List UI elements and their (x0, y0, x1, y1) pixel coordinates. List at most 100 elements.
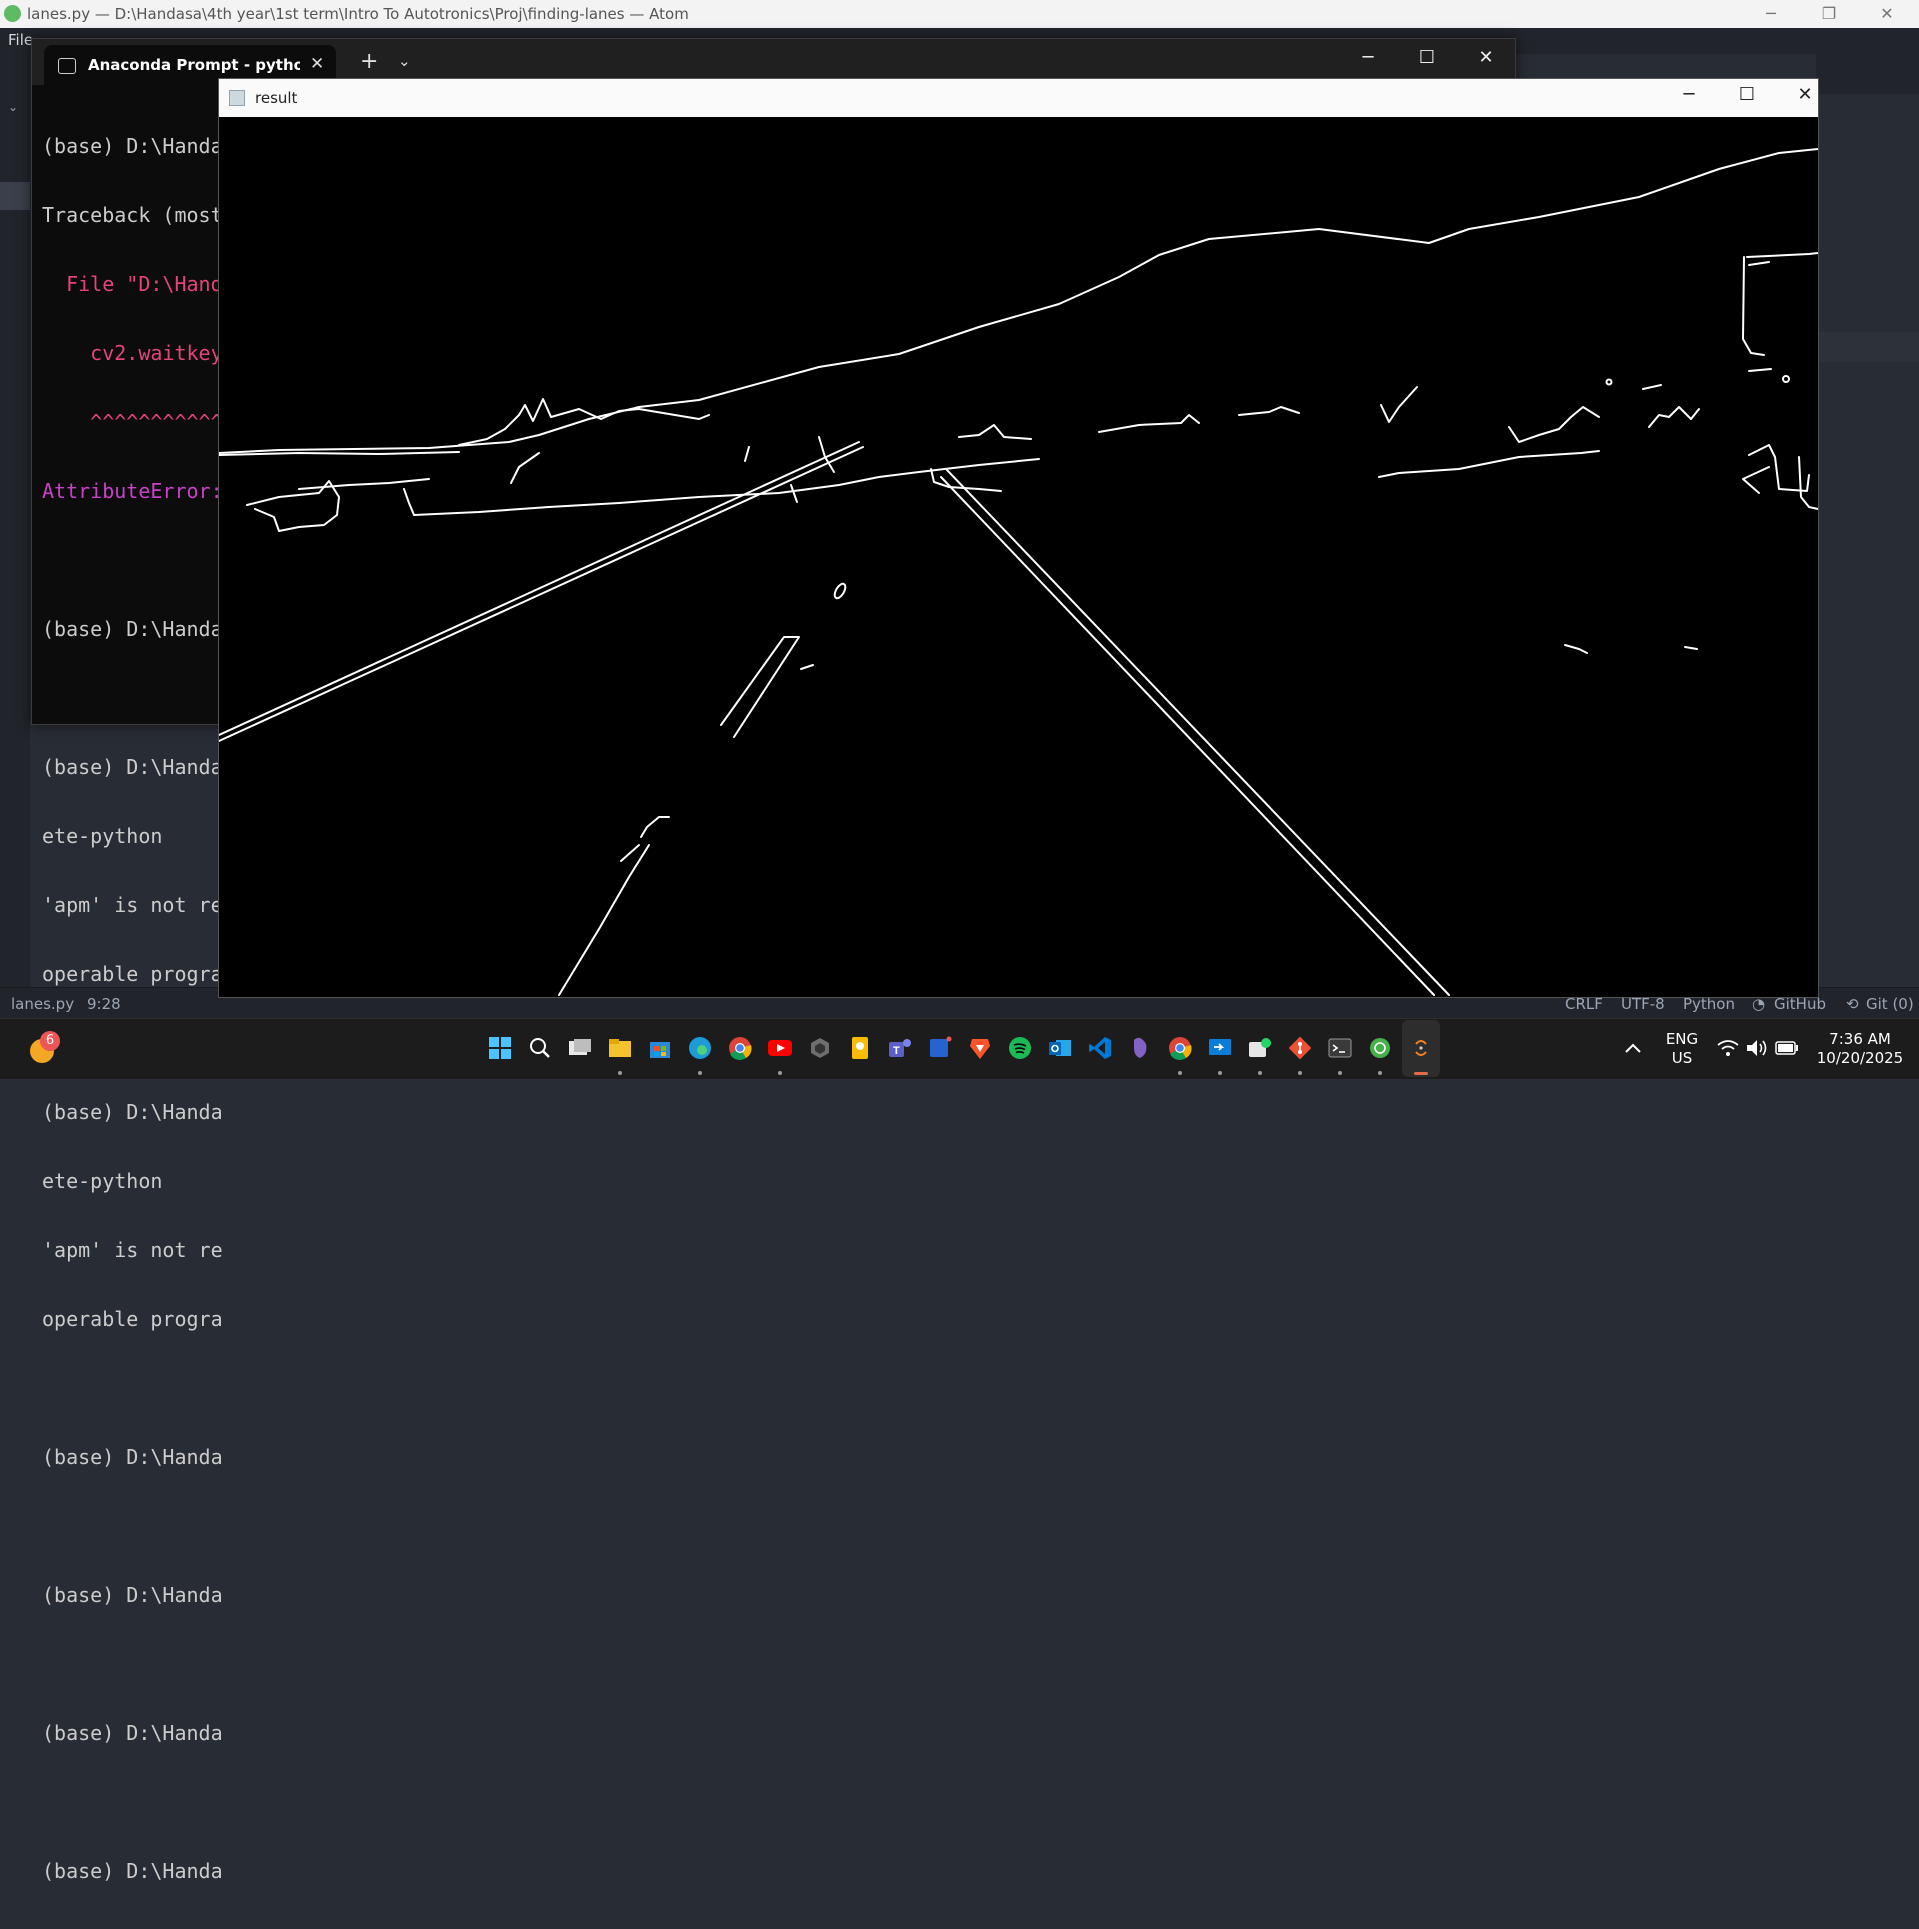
spotify-icon[interactable] (1003, 1031, 1037, 1065)
youtube-icon[interactable] (763, 1031, 797, 1065)
result-titlebar[interactable]: result ─ ☐ ✕ (219, 79, 1818, 117)
todo-icon[interactable] (923, 1031, 957, 1065)
visual-studio-icon[interactable] (1123, 1031, 1157, 1065)
terminal-line: (base) D:\Handa (42, 1445, 223, 1469)
running-indicator (1258, 1071, 1262, 1075)
terminal-line: ^^^^^^^^^^^ (42, 410, 223, 434)
terminal-line: File "D:\Hand (42, 272, 223, 296)
atom-editor-edge (1816, 54, 1919, 1000)
terminal-tab-label: Anaconda Prompt - python la (88, 56, 300, 74)
terminal-line: (base) D:\Handa (42, 1721, 223, 1745)
edge-icon[interactable] (683, 1031, 717, 1065)
terminal-line: ete-python (42, 1169, 163, 1193)
whatsapp-icon[interactable] (1243, 1031, 1277, 1065)
terminal-line: (base) D:\Handa (42, 1859, 223, 1883)
opencv-window-icon (229, 90, 245, 106)
status-git[interactable]: Git (0) (1866, 995, 1914, 1013)
git-branch-icon[interactable]: ⟲ (1846, 995, 1859, 1013)
terminal-line: Traceback (most (42, 203, 223, 227)
chrome-icon[interactable] (723, 1031, 757, 1065)
language-indicator[interactable]: ENG US (1660, 1030, 1704, 1068)
result-close-button[interactable]: ✕ (1776, 84, 1834, 105)
windows-start-icon[interactable] (483, 1031, 517, 1065)
clock[interactable]: 7:36 AM 10/20/2025 (1812, 1030, 1908, 1068)
weather-badge: 6 (40, 1031, 60, 1051)
chevron-up-icon[interactable] (1616, 1031, 1650, 1065)
search-icon[interactable] (523, 1031, 557, 1065)
result-window-title: result (255, 89, 298, 107)
outlook-icon[interactable] (1043, 1031, 1077, 1065)
running-indicator (1178, 1071, 1182, 1075)
language-code: ENG (1665, 1030, 1699, 1048)
running-indicator (698, 1071, 702, 1075)
result-window: result ─ ☐ ✕ (218, 78, 1819, 998)
tab-close-icon[interactable]: ✕ (310, 54, 324, 74)
atom-restore-button[interactable]: ❐ (1800, 0, 1858, 28)
active-app-indicator (1414, 1072, 1428, 1075)
result-maximize-button[interactable]: ☐ (1718, 84, 1776, 105)
weather-widget[interactable]: 6 (26, 1031, 60, 1067)
teams-icon[interactable]: T (883, 1031, 917, 1065)
terminal-minimize-button[interactable]: ─ (1339, 47, 1397, 68)
atom-window-title: lanes.py — D:\Handasa\4th year\1st term\… (27, 5, 689, 23)
running-indicator (1378, 1071, 1382, 1075)
result-minimize-button[interactable]: ─ (1660, 84, 1718, 105)
python-icon[interactable] (1404, 1031, 1438, 1065)
canny-edge-image (218, 117, 1819, 997)
terminal-icon[interactable] (1323, 1031, 1357, 1065)
edge-lines (218, 148, 1819, 996)
terminal-line: (base) D:\Handa (42, 617, 223, 641)
terminal-close-button[interactable]: ✕ (1457, 47, 1515, 68)
task-view-icon[interactable] (563, 1031, 597, 1065)
terminal-line: operable progra (42, 962, 223, 986)
running-indicator (1338, 1071, 1342, 1075)
tree-selected-item[interactable] (0, 182, 30, 210)
terminal-line: (base) D:\Handa (42, 1100, 223, 1124)
brave-icon[interactable] (963, 1031, 997, 1065)
terminal-line: 'apm' is not re (42, 1238, 223, 1262)
terminal-output[interactable]: (base) D:\Handa Traceback (most File "D:… (42, 89, 223, 1929)
chevron-down-icon[interactable]: ⌄ (8, 100, 18, 114)
atom-close-button[interactable]: ✕ (1858, 0, 1916, 28)
running-indicator (778, 1071, 782, 1075)
volume-icon[interactable] (1740, 1031, 1774, 1065)
atom-titlebar: lanes.py — D:\Handasa\4th year\1st term\… (0, 0, 1919, 28)
terminal-icon (58, 58, 76, 74)
running-indicator (1218, 1071, 1222, 1075)
atom-cursor-line-highlight (1816, 332, 1919, 362)
terminal-line: AttributeError: (42, 479, 223, 503)
running-indicator (618, 1071, 622, 1075)
taskbar: 6 T ENG US 7:36 AM 10/20/2025 (0, 1018, 1919, 1079)
file-explorer-icon[interactable] (603, 1031, 637, 1065)
terminal-line: (base) D:\Handa (42, 755, 223, 779)
atom-minimize-button[interactable]: ─ (1742, 0, 1800, 28)
remote-desktop-icon[interactable] (1203, 1031, 1237, 1065)
terminal-line: 'apm' is not re (42, 893, 223, 917)
vscode-icon[interactable] (1083, 1031, 1117, 1065)
terminal-maximize-button[interactable]: ☐ (1398, 47, 1456, 68)
google-keep-icon[interactable] (843, 1031, 877, 1065)
chrome-alt-icon[interactable] (1163, 1031, 1197, 1065)
battery-icon[interactable] (1770, 1031, 1804, 1065)
git-icon[interactable] (1283, 1031, 1317, 1065)
region-code: US (1671, 1049, 1693, 1067)
terminal-line: operable progra (42, 1307, 223, 1331)
terminal-line: (base) D:\Handa (42, 134, 223, 158)
ms-store-icon[interactable] (643, 1031, 677, 1065)
github-desktop-icon[interactable] (803, 1031, 837, 1065)
atom-app-icon (4, 5, 21, 22)
clock-time: 7:36 AM (1829, 1030, 1891, 1048)
menu-file[interactable]: File (8, 31, 33, 49)
clock-date: 10/20/2025 (1816, 1049, 1904, 1067)
terminal-line: cv2.waitkey (42, 341, 223, 365)
terminal-line: (base) D:\Handa (42, 1583, 223, 1607)
tab-dropdown-button[interactable]: ⌄ (398, 52, 411, 70)
new-tab-button[interactable]: + (360, 49, 378, 74)
anaconda-icon[interactable] (1363, 1031, 1397, 1065)
terminal-line: ete-python (42, 824, 163, 848)
svg-text:T: T (893, 1045, 900, 1057)
